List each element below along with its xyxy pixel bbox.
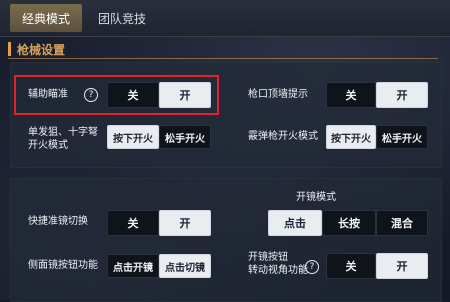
scope-mode-mix-button[interactable]: 混合	[376, 210, 428, 236]
help-icon[interactable]: ?	[305, 260, 319, 274]
sniper-fire-mode-label-line2: 开火模式	[28, 140, 68, 151]
section-accent-bar	[8, 42, 11, 56]
tab-classic-mode[interactable]: 经典模式	[10, 4, 82, 32]
scope-view-label-line1: 开镜按钮	[248, 252, 288, 263]
scope-view-off-button[interactable]: 关	[326, 253, 376, 279]
highlight-box	[14, 75, 219, 115]
scope-view-on-button[interactable]: 开	[376, 253, 428, 279]
quick-scope-on-button[interactable]: 开	[159, 210, 211, 236]
side-scope-button-label: 侧面镜按钮功能	[28, 260, 98, 271]
scope-mode-hold-button[interactable]: 长按	[322, 210, 376, 236]
quick-scope-off-button[interactable]: 关	[107, 210, 159, 236]
shotgun-fire-mode-label: 霰弹枪开火模式	[248, 131, 318, 142]
section-title: 枪械设置	[8, 40, 65, 58]
tab-team-deathmatch[interactable]: 团队竞技	[86, 4, 158, 32]
side-scope-switch-button[interactable]: 点击切镜	[159, 254, 211, 278]
shotgun-press-fire-button[interactable]: 按下开火	[326, 125, 376, 149]
mode-tabs: 经典模式 团队竞技	[0, 0, 450, 37]
sniper-fire-mode-label-line1: 单发狙、十字弩	[28, 127, 98, 138]
scope-settings-panel	[10, 178, 442, 302]
quick-scope-switch-label: 快捷准镜切换	[28, 216, 88, 227]
sniper-release-fire-button[interactable]: 松手开火	[159, 125, 211, 149]
muzzle-wall-hint-on-button[interactable]: 开	[376, 82, 428, 108]
scope-mode-label: 开镜模式	[296, 192, 336, 203]
scope-view-label-line2: 转动视角功能	[248, 265, 308, 276]
muzzle-wall-hint-off-button[interactable]: 关	[326, 82, 376, 108]
sniper-press-fire-button[interactable]: 按下开火	[107, 125, 159, 149]
muzzle-wall-hint-label: 枪口顶墙提示	[248, 89, 308, 100]
side-scope-open-button[interactable]: 点击开镜	[107, 254, 159, 278]
section-divider	[8, 58, 438, 59]
section-title-text: 枪械设置	[17, 42, 66, 57]
shotgun-release-fire-button[interactable]: 松手开火	[376, 125, 428, 149]
scope-mode-tap-button[interactable]: 点击	[268, 210, 322, 236]
